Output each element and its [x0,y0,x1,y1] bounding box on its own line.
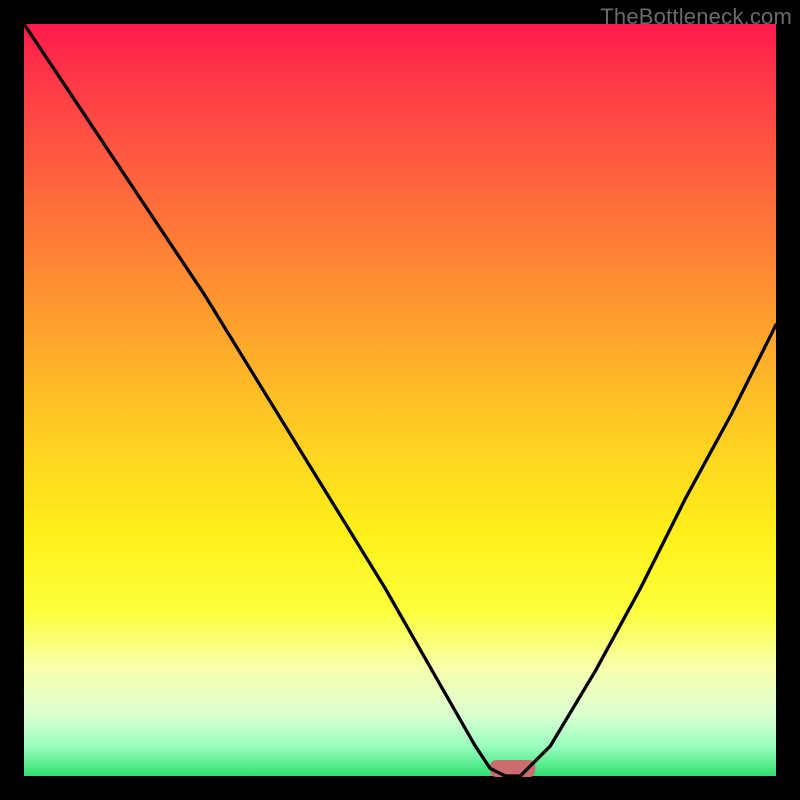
curve-svg [24,24,776,776]
chart-frame: TheBottleneck.com [0,0,800,800]
bottleneck-curve [24,24,776,776]
plot-area [24,24,776,776]
